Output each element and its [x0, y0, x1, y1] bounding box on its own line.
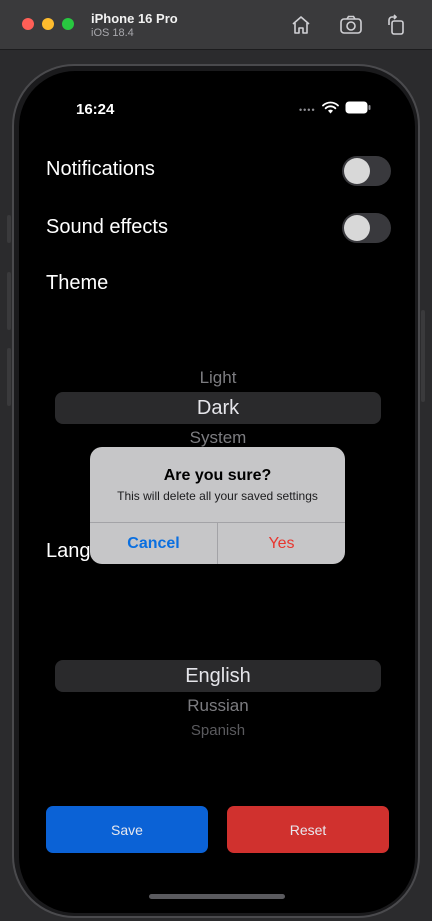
- minimize-window-button[interactable]: [42, 18, 54, 30]
- alert-message: This will delete all your saved settings: [117, 489, 318, 503]
- device-screen: 16:24 •••• Notifications Sound effects T…: [19, 71, 415, 913]
- screenshot-icon[interactable]: [338, 12, 364, 38]
- language-option-english[interactable]: English: [55, 665, 381, 688]
- volume-up-button: [7, 272, 11, 330]
- zoom-window-button[interactable]: [62, 18, 74, 30]
- close-window-button[interactable]: [22, 18, 34, 30]
- notifications-label: Notifications: [46, 158, 155, 180]
- toggle-knob: [344, 215, 370, 241]
- language-option-spanish[interactable]: Spanish: [55, 722, 381, 739]
- theme-label: Theme: [46, 272, 109, 294]
- sound-effects-label: Sound effects: [46, 216, 168, 238]
- rotate-icon[interactable]: [383, 12, 409, 38]
- battery-icon: [345, 101, 371, 119]
- home-indicator[interactable]: [149, 894, 285, 899]
- theme-option-dark[interactable]: Dark: [55, 397, 381, 420]
- alert-yes-button[interactable]: Yes: [218, 523, 345, 564]
- notifications-toggle[interactable]: [342, 156, 391, 186]
- reset-button[interactable]: Reset: [227, 806, 389, 853]
- home-icon[interactable]: [288, 12, 314, 38]
- action-button: [7, 215, 11, 243]
- alert-cancel-button[interactable]: Cancel: [90, 523, 217, 564]
- device-os-version: iOS 18.4: [91, 27, 134, 39]
- sound-effects-toggle[interactable]: [342, 213, 391, 243]
- theme-option-light[interactable]: Light: [55, 368, 381, 388]
- theme-option-system[interactable]: System: [55, 428, 381, 448]
- language-label: Lang: [46, 540, 91, 562]
- device-name: iPhone 16 Pro: [91, 11, 178, 26]
- wifi-icon: [321, 101, 339, 119]
- language-option-russian[interactable]: Russian: [55, 696, 381, 716]
- alert-title: Are you sure?: [163, 467, 272, 484]
- simulator-title-bar: iPhone 16 Pro iOS 18.4: [0, 0, 432, 50]
- toggle-knob: [344, 158, 370, 184]
- signal-dots-icon: ••••: [299, 105, 316, 115]
- volume-down-button: [7, 348, 11, 406]
- power-button: [421, 310, 425, 402]
- status-time: 16:24: [76, 101, 115, 118]
- save-button[interactable]: Save: [46, 806, 208, 853]
- confirm-reset-alert: Are you sure? This will delete all your …: [90, 447, 345, 564]
- status-icons: ••••: [299, 101, 371, 119]
